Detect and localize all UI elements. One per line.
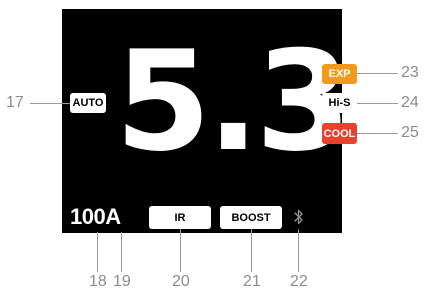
callout-18-leader	[97, 232, 98, 272]
ir-indicator: IR	[149, 206, 211, 229]
callout-24-label: 24	[401, 94, 419, 111]
cool-indicator: COOL	[322, 123, 357, 144]
callout-18-label: 18	[89, 273, 107, 290]
callout-24-leader	[357, 103, 398, 104]
callout-23-label: 23	[401, 64, 419, 81]
hi-s-indicator: Hi-S	[322, 93, 357, 113]
callout-17-leader	[30, 103, 70, 104]
current-unit: A	[105, 204, 121, 229]
auto-mode-indicator: AUTO	[70, 93, 106, 113]
current-readout: 100A	[70, 204, 121, 230]
callout-25-label: 25	[401, 124, 419, 141]
callout-22-leader	[298, 229, 299, 272]
exp-indicator: EXP	[322, 64, 357, 84]
callout-20-label: 20	[172, 273, 190, 290]
current-value: 100	[70, 204, 106, 229]
main-display-value: 5.3	[115, 21, 351, 182]
callout-23-leader	[357, 73, 398, 74]
callout-25-leader	[357, 133, 398, 134]
callout-21-leader	[251, 229, 252, 272]
callout-20-leader	[180, 229, 181, 272]
boost-indicator: BOOST	[220, 206, 282, 229]
callout-21-label: 21	[243, 273, 261, 290]
callout-19-leader	[121, 232, 122, 272]
callout-22-label: 22	[290, 273, 308, 290]
callout-17-label: 17	[6, 94, 24, 111]
callout-19-label: 19	[113, 273, 131, 290]
bluetooth-icon	[294, 209, 303, 225]
